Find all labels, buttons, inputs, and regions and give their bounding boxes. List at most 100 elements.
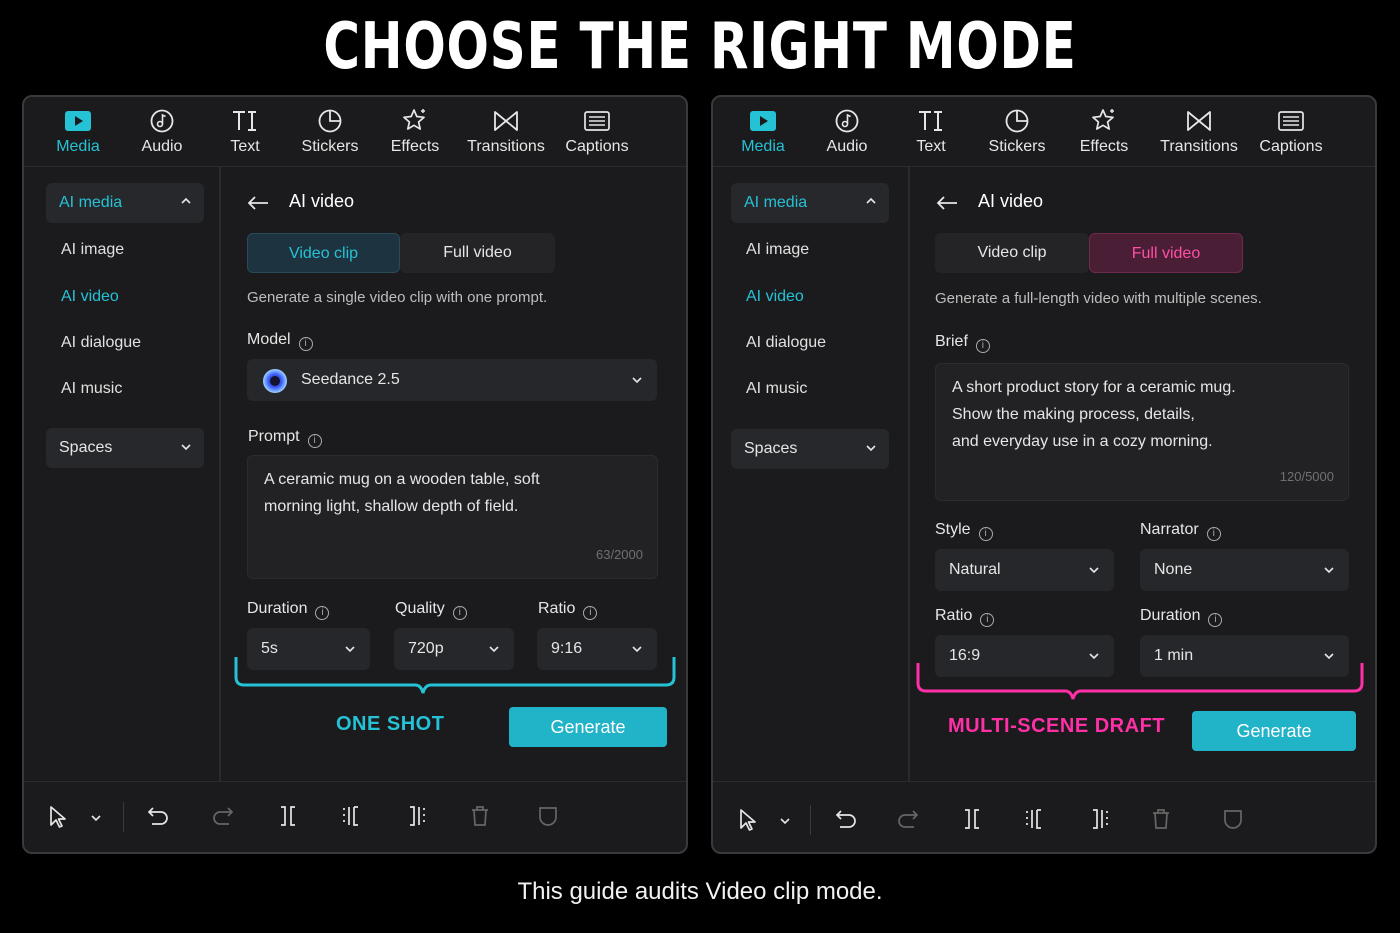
tab-effects[interactable]: Effects [370, 107, 460, 156]
tab-label: Stickers [988, 138, 1046, 155]
delete-icon[interactable] [469, 805, 491, 827]
info-icon: i [980, 613, 995, 627]
multi-scene-brace [916, 663, 1364, 700]
tab-effects[interactable]: Effects [1059, 107, 1149, 156]
split-icon[interactable] [277, 805, 299, 827]
sidebar-item-ai-dialogue[interactable]: AI dialogue [61, 334, 141, 352]
model-value: Seedance 2.5 [301, 371, 400, 388]
tab-label: Transitions [1160, 138, 1238, 155]
info-icon: i [1206, 527, 1221, 541]
top-toolbar: Media Audio Text Stickers Effects Transi… [24, 97, 686, 167]
generate-button[interactable]: Generate [509, 707, 667, 747]
tab-label: Captions [1259, 138, 1323, 155]
tab-media[interactable]: Media [33, 107, 123, 156]
split-icon[interactable] [961, 808, 983, 830]
redo-icon[interactable] [896, 808, 920, 830]
style-value: Natural [949, 561, 1001, 578]
chevron-down-icon [1324, 567, 1334, 574]
chevron-down-icon [1089, 567, 1099, 574]
effects-icon [1092, 109, 1114, 130]
transitions-icon [494, 111, 518, 131]
bottom-toolbar [713, 781, 1375, 852]
sidebar-ai-media[interactable]: AI media [731, 183, 889, 223]
undo-icon[interactable] [146, 805, 170, 827]
tab-transitions[interactable]: Transitions [461, 107, 551, 156]
sidebar-item-ai-video[interactable]: AI video [61, 288, 119, 306]
one-shot-tag: ONE SHOT [336, 713, 445, 735]
tab-text[interactable]: Text [200, 107, 290, 156]
trim-left-icon[interactable] [341, 805, 363, 827]
prompt-line: morning light, shallow depth of field. [264, 498, 519, 515]
sidebar-item-ai-music[interactable]: AI music [61, 380, 122, 398]
tab-captions[interactable]: Captions [1246, 107, 1336, 156]
stickers-icon [1005, 109, 1029, 133]
tab-stickers[interactable]: Stickers [972, 107, 1062, 156]
sidebar-item-ai-music[interactable]: AI music [746, 380, 807, 398]
trim-right-icon[interactable] [405, 805, 427, 827]
duration-label: Duration i [247, 600, 330, 620]
sidebar-item-ai-video[interactable]: AI video [746, 288, 804, 306]
chevron-down-icon[interactable] [90, 812, 102, 824]
trim-right-icon[interactable] [1088, 808, 1110, 830]
media-icon [65, 111, 91, 131]
back-arrow-icon[interactable] [247, 195, 269, 211]
undo-icon[interactable] [834, 808, 858, 830]
info-icon: i [975, 339, 990, 353]
multi-scene-tag: MULTI-SCENE DRAFT [948, 715, 1165, 737]
tab-video-clip[interactable]: Video clip [247, 233, 400, 273]
info-icon: i [978, 527, 993, 541]
ai-video-content: AI video Video clip Full video Generate … [912, 167, 1375, 781]
tab-full-video[interactable]: Full video [400, 233, 555, 273]
shield-icon[interactable] [1222, 808, 1244, 830]
transitions-icon [1187, 111, 1211, 131]
chevron-up-icon [181, 197, 191, 204]
tab-audio[interactable]: Audio [117, 107, 207, 156]
trim-left-icon[interactable] [1024, 808, 1046, 830]
back-arrow-icon[interactable] [936, 195, 958, 211]
redo-icon[interactable] [211, 805, 235, 827]
info-icon: i [583, 606, 598, 620]
brief-line: and everyday use in a cozy morning. [952, 433, 1213, 450]
seedance-logo-icon [263, 369, 287, 393]
sidebar-item-ai-image[interactable]: AI image [61, 241, 124, 259]
model-select[interactable]: Seedance 2.5 [247, 359, 657, 401]
model-label: Model i [247, 331, 313, 351]
sidebar-spaces[interactable]: Spaces [46, 428, 204, 468]
pointer-icon[interactable] [48, 805, 68, 829]
sidebar-item-ai-image[interactable]: AI image [746, 241, 809, 259]
ai-video-content: AI video Video clip Full video Generate … [223, 167, 686, 781]
tab-audio[interactable]: Audio [802, 107, 892, 156]
brief-textarea[interactable]: A short product story for a ceramic mug.… [935, 363, 1349, 501]
tab-transitions[interactable]: Transitions [1154, 107, 1244, 156]
tab-stickers[interactable]: Stickers [285, 107, 375, 156]
info-icon: i [315, 606, 330, 620]
generate-button[interactable]: Generate [1192, 711, 1356, 751]
chevron-down-icon[interactable] [779, 815, 791, 827]
ratio-label: Ratio i [935, 607, 995, 627]
sidebar-ai-media[interactable]: AI media [46, 183, 204, 223]
pointer-icon[interactable] [738, 808, 758, 832]
narrator-select[interactable]: None [1140, 549, 1349, 591]
narrator-value: None [1154, 561, 1193, 578]
tab-video-clip[interactable]: Video clip [935, 233, 1089, 273]
sidebar-spaces[interactable]: Spaces [731, 429, 889, 469]
prompt-textarea[interactable]: A ceramic mug on a wooden table, soft mo… [247, 455, 658, 579]
tab-text[interactable]: Text [886, 107, 976, 156]
chevron-down-icon [866, 445, 876, 452]
chevron-down-icon [632, 377, 642, 384]
sidebar: AI media AI image AI video AI dialogue A… [713, 167, 910, 781]
style-select[interactable]: Natural [935, 549, 1114, 591]
brief-line: Show the making process, details, [952, 406, 1195, 423]
style-label: Style i [935, 521, 993, 541]
mode-description: Generate a full-length video with multip… [935, 290, 1262, 307]
full-video-panel: Media Audio Text Stickers Effects Transi… [711, 95, 1377, 854]
sidebar-item-ai-dialogue[interactable]: AI dialogue [746, 334, 826, 352]
tab-full-video[interactable]: Full video [1089, 233, 1243, 273]
spaces-label: Spaces [59, 439, 113, 456]
chevron-down-icon [345, 646, 355, 653]
tab-label: Audio [826, 138, 868, 155]
shield-icon[interactable] [537, 805, 559, 827]
tab-media[interactable]: Media [718, 107, 808, 156]
tab-captions[interactable]: Captions [552, 107, 642, 156]
delete-icon[interactable] [1150, 808, 1172, 830]
